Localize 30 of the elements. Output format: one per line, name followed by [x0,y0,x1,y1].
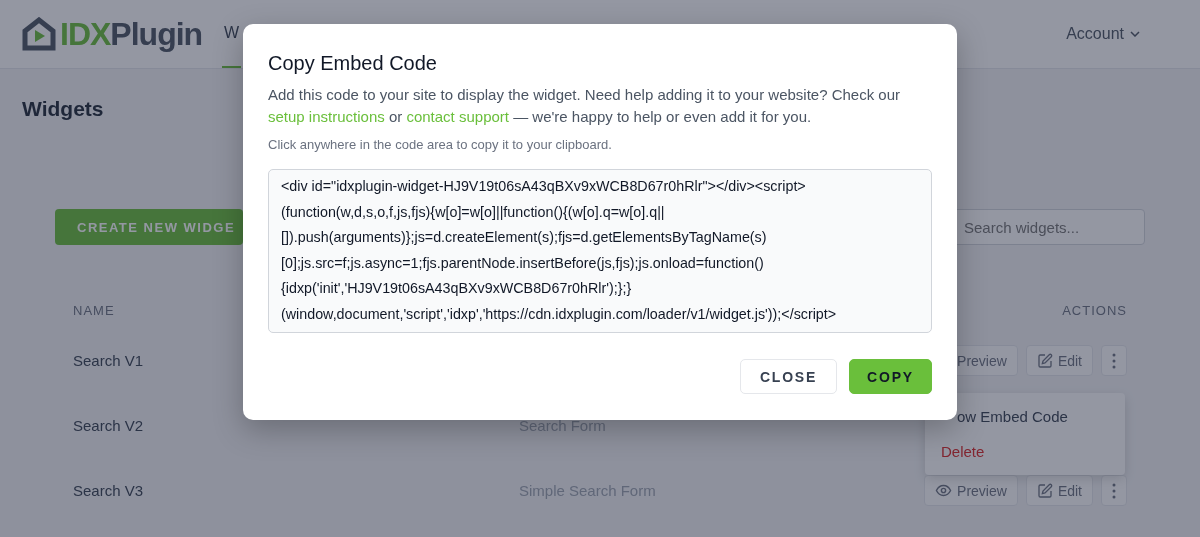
close-button[interactable]: CLOSE [739,359,838,394]
table-cell: Search V1 [73,352,144,369]
edit-button[interactable]: Edit [1025,475,1093,506]
logo-text: IDXPlugin [60,15,203,53]
more-button[interactable] [1101,475,1127,506]
table-cell: Search V2 [73,417,144,434]
preview-button[interactable]: Preview [924,475,1018,506]
page-title: Widgets [22,97,104,121]
menu-item[interactable]: Delete [925,434,1125,469]
setup-instructions-link[interactable]: setup instructions [268,108,385,125]
logo-icon [22,17,56,51]
dialog-title: Copy Embed Code [268,52,438,75]
account-menu[interactable]: Account [1066,25,1140,43]
edit-icon [1036,352,1053,369]
column-header: ACTIONS [1062,303,1127,318]
copy-button[interactable]: COPY [849,359,932,394]
contact-support-link[interactable]: contact support [406,108,509,125]
nav-tab[interactable]: W [222,0,242,68]
dialog-hint: Click anywhere in the code area to copy it to your clipboard. [268,137,613,152]
code-field[interactable]: <div id="idxplugin-widget-HJ9V19t06sA43qBXv9xWCB8D67r0hRlr"></div><script> (function(w,d,s,o,f,js,fjs){w[o]=w[o]||function(){(w[o].q=w[o].q|| []).push(arguments)};js=d.createElement(s);fjs=d.getElementsByTagName(s) [0];js.src=f;js.async=1;fjs.parentNode.insertBefore(js,fjs);js.onload=function() {idxp('init','HJ9V19t06sA43qBXv9xWCB8D67r0hRlr');};} (window,document,'script','idxp','https://cdn.idxplugin.com/loader/v1/widget.js'));</script> [268,169,932,333]
column-header: NAME [73,303,115,318]
more-icon [1112,482,1116,499]
table-cell: Search V3 [73,482,144,499]
chevron-down-icon [1130,31,1140,37]
edit-button[interactable]: Edit [1025,345,1093,376]
more-button[interactable] [1101,345,1127,376]
dialog-description: Add this code to your site to display the widget. Need help adding it to your website? Check our setup instructions or contact support — we're happy to help or even add it for you. [268,85,902,127]
more-icon [1112,352,1116,369]
edit-icon [1036,482,1053,499]
create-widget-button[interactable]: CREATE NEW WIDGE [55,209,243,245]
